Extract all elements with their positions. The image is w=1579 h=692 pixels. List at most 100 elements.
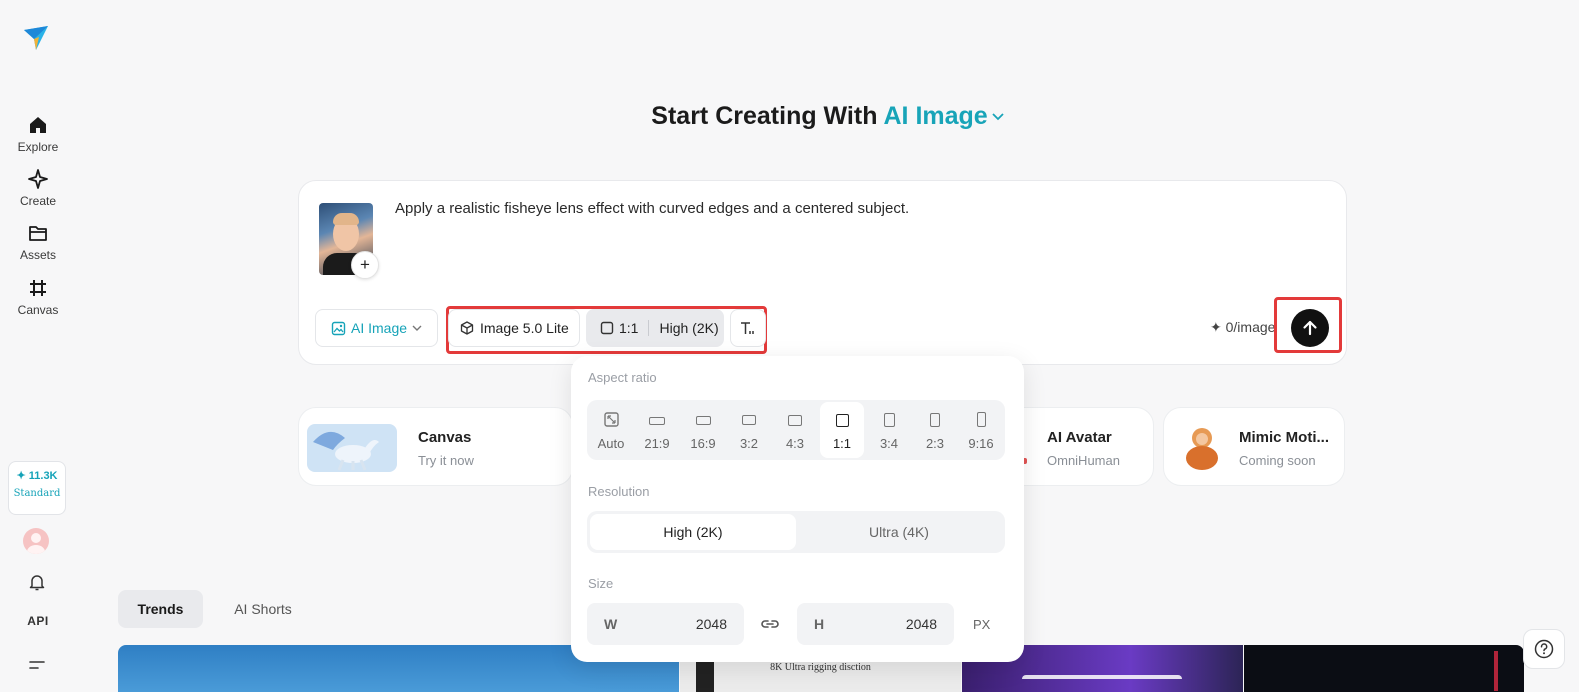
- credits-amount: ✦ 11.3K: [16, 470, 58, 482]
- ratio-option-9-16[interactable]: 9:16: [958, 400, 1004, 460]
- feature-subtitle: OmniHuman: [1047, 453, 1120, 468]
- width-key: W: [604, 616, 618, 632]
- ratio-shape: [788, 415, 802, 426]
- title-prefix: Start Creating With: [651, 102, 884, 130]
- menu-icon[interactable]: [29, 660, 45, 670]
- page-title: Start Creating With AI Image: [0, 102, 1579, 131]
- plan-tier: Standard: [13, 488, 61, 499]
- resolution-label: Resolution: [588, 484, 650, 499]
- avatar[interactable]: [23, 528, 49, 554]
- sparkle-icon: [28, 169, 48, 189]
- ratio-shape: [835, 414, 849, 427]
- feature-title: Canvas: [418, 429, 472, 446]
- mimic-thumbnail: [1186, 428, 1218, 470]
- sidebar-item-assets[interactable]: Assets: [0, 222, 76, 262]
- ratio-option-label: 16:9: [690, 436, 716, 451]
- height-value: 2048: [905, 616, 937, 632]
- ratio-option-21-9[interactable]: 21:9: [634, 400, 680, 460]
- cube-icon: [460, 321, 474, 335]
- mode-select-button[interactable]: AI Image: [315, 309, 438, 347]
- ratio-shape: [742, 415, 756, 425]
- ratio-quality-button[interactable]: 1:1 High (2K): [586, 309, 724, 347]
- gallery-item[interactable]: [1244, 645, 1524, 692]
- image-edit-icon: [331, 321, 346, 335]
- feature-subtitle: Coming soon: [1239, 453, 1316, 468]
- feature-title: Mimic Moti...: [1239, 429, 1329, 446]
- ratio-option-16-9[interactable]: 16:9: [680, 400, 726, 460]
- generate-button[interactable]: [1291, 309, 1329, 347]
- text-style-button[interactable]: [730, 309, 766, 347]
- aspect-ratio-selector: Auto 21:9 16:9 3:2 4:3 1:1 3:4 2:3 9:16: [587, 400, 1005, 460]
- resolution-selector: High (2K) Ultra (4K): [587, 511, 1005, 553]
- ratio-option-label: 3:4: [879, 436, 899, 451]
- size-label: Size: [588, 576, 614, 591]
- api-link[interactable]: API: [0, 614, 76, 628]
- folder-icon: [29, 226, 47, 241]
- ratio-shape: [930, 413, 940, 427]
- chevron-down-icon[interactable]: [992, 113, 1004, 121]
- link-icon[interactable]: [759, 613, 781, 635]
- sidebar-item-canvas[interactable]: Canvas: [0, 277, 76, 317]
- height-key: H: [814, 616, 825, 632]
- sidebar-item-label: Create: [19, 194, 57, 208]
- divider: [648, 320, 650, 336]
- resolution-option-ultra[interactable]: Ultra (4K): [796, 514, 1002, 550]
- prompt-input[interactable]: Apply a realistic fisheye lens effect wi…: [395, 200, 909, 217]
- sidebar-item-label: Canvas: [17, 303, 59, 317]
- help-button[interactable]: [1523, 629, 1565, 669]
- sidebar-item-create[interactable]: Create: [0, 168, 76, 208]
- ratio-option-4-3[interactable]: 4:3: [772, 400, 818, 460]
- mode-switcher[interactable]: AI Image: [884, 102, 988, 130]
- ratio-shape: [649, 417, 665, 425]
- ratio-option-label: 21:9: [644, 436, 670, 451]
- feature-card-mimic-motion[interactable]: Mimic Moti... Coming soon: [1163, 407, 1345, 486]
- credits-badge[interactable]: ✦ 11.3K Standard: [8, 461, 66, 515]
- model-label: Image 5.0 Lite: [480, 320, 569, 336]
- ratio-option-3-4[interactable]: 3:4: [866, 400, 912, 460]
- app-logo-icon[interactable]: [22, 24, 50, 52]
- width-field[interactable]: W 2048: [587, 603, 744, 645]
- ratio-option-label: Auto: [597, 436, 625, 451]
- cost-per-image: ✦ 0/image: [1210, 319, 1276, 335]
- ratio-option-label: 3:2: [739, 436, 759, 451]
- sidebar-item-label: Assets: [19, 248, 56, 262]
- ratio-option-label: 4:3: [785, 436, 805, 451]
- arrow-up-icon: [1303, 320, 1317, 336]
- aspect-ratio-label: Aspect ratio: [588, 370, 657, 385]
- bell-icon[interactable]: [27, 572, 47, 592]
- model-select-button[interactable]: Image 5.0 Lite: [448, 309, 580, 347]
- height-field[interactable]: H 2048: [797, 603, 954, 645]
- square-ratio-icon: [600, 321, 614, 335]
- ratio-option-label: 2:3: [925, 436, 945, 451]
- ratio-option-3-2[interactable]: 3:2: [726, 400, 772, 460]
- ratio-option-2-3[interactable]: 2:3: [912, 400, 958, 460]
- question-icon: [1534, 639, 1554, 659]
- pegasus-thumbnail: [307, 424, 397, 472]
- feature-card-canvas[interactable]: Canvas Try it now: [298, 407, 573, 486]
- ratio-shape: [883, 413, 895, 427]
- text-format-icon: [741, 322, 754, 334]
- tab-trends[interactable]: Trends: [118, 590, 203, 628]
- ratio-option-auto[interactable]: Auto: [588, 400, 634, 460]
- resolution-option-high[interactable]: High (2K): [590, 514, 796, 550]
- unit-label: PX: [973, 617, 991, 632]
- width-value: 2048: [695, 616, 727, 632]
- ratio-shape: [976, 412, 986, 427]
- quality-label: High (2K): [659, 320, 719, 336]
- gallery-caption: 8K Ultra rigging disction: [770, 662, 871, 673]
- ratio-shape: [695, 416, 711, 425]
- ratio-option-label: 9:16: [968, 436, 994, 451]
- chevron-down-icon: [412, 325, 422, 331]
- feature-title: AI Avatar: [1047, 429, 1112, 446]
- mode-label: AI Image: [351, 320, 408, 336]
- auto-ratio-icon: [603, 412, 619, 427]
- feature-subtitle: Try it now: [418, 453, 474, 468]
- ratio-quality-popover: Aspect ratio Auto 21:9 16:9 3:2 4:3 1:1 …: [571, 356, 1024, 662]
- tab-ai-shorts[interactable]: AI Shorts: [218, 590, 308, 628]
- sidebar-item-label: Explore: [17, 140, 59, 154]
- ratio-option-1-1[interactable]: 1:1: [820, 402, 864, 458]
- prompt-card: + Apply a realistic fisheye lens effect …: [298, 180, 1347, 365]
- ratio-option-label: 1:1: [832, 436, 852, 451]
- add-reference-button[interactable]: +: [351, 251, 379, 279]
- canvas-icon: [30, 280, 46, 296]
